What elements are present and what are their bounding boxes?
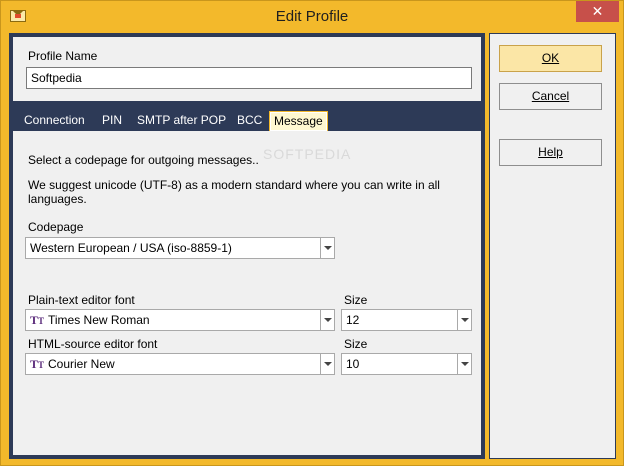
html-font-value: Courier New bbox=[48, 357, 115, 371]
tab-connection[interactable]: Connection bbox=[20, 111, 89, 131]
tab-bcc[interactable]: BCC bbox=[233, 111, 266, 131]
help-button[interactable]: Help bbox=[499, 139, 602, 166]
unicode-suggestion-line2: languages. bbox=[28, 192, 87, 206]
plain-size-label: Size bbox=[344, 293, 368, 307]
plain-font-dropdown[interactable]: TT Times New Roman bbox=[25, 309, 335, 331]
plain-size-value: 12 bbox=[346, 313, 360, 327]
profile-name-input[interactable]: Softpedia bbox=[26, 67, 472, 89]
codepage-label: Codepage bbox=[28, 220, 84, 234]
profile-name-panel: Profile Name Softpedia bbox=[13, 37, 481, 101]
tab-pin[interactable]: PIN bbox=[98, 111, 126, 131]
chevron-down-icon[interactable] bbox=[320, 310, 334, 330]
cancel-button[interactable]: Cancel bbox=[499, 83, 602, 110]
tab-smtp-after-pop[interactable]: SMTP after POP bbox=[133, 111, 230, 131]
chevron-down-icon[interactable] bbox=[457, 354, 471, 374]
message-tab-content: SOFTPEDIA Select a codepage for outgoing… bbox=[13, 131, 481, 455]
codepage-dropdown[interactable]: Western European / USA (iso-8859-1) bbox=[25, 237, 335, 259]
left-pane: Profile Name Softpedia Connection PIN SM… bbox=[9, 33, 485, 459]
edit-profile-window: Edit Profile ✕ Profile Name Softpedia Co… bbox=[0, 0, 624, 466]
title-bar[interactable]: Edit Profile ✕ bbox=[1, 1, 623, 32]
html-font-label: HTML-source editor font bbox=[28, 337, 158, 351]
html-font-dropdown[interactable]: TT Courier New bbox=[25, 353, 335, 375]
html-size-value: 10 bbox=[346, 357, 360, 371]
codepage-intro-text: Select a codepage for outgoing messages.… bbox=[28, 153, 259, 167]
font-type-icon: TT bbox=[30, 313, 45, 327]
watermark: SOFTPEDIA bbox=[263, 146, 352, 162]
font-type-icon: TT bbox=[30, 357, 45, 371]
window-title: Edit Profile bbox=[275, 8, 349, 25]
codepage-value: Western European / USA (iso-8859-1) bbox=[30, 241, 232, 255]
button-pane: OK Cancel Help bbox=[489, 33, 616, 459]
html-size-label: Size bbox=[344, 337, 368, 351]
unicode-suggestion-line1: We suggest unicode (UTF-8) as a modern s… bbox=[28, 178, 440, 192]
profile-name-label: Profile Name bbox=[28, 49, 98, 63]
plain-size-dropdown[interactable]: 12 bbox=[341, 309, 472, 331]
chevron-down-icon[interactable] bbox=[320, 238, 334, 258]
close-button[interactable]: ✕ bbox=[576, 1, 619, 22]
html-size-dropdown[interactable]: 10 bbox=[341, 353, 472, 375]
chevron-down-icon[interactable] bbox=[320, 354, 334, 374]
tab-bar: Connection PIN SMTP after POP BCC Messag… bbox=[13, 107, 481, 131]
plain-font-value: Times New Roman bbox=[48, 313, 150, 327]
tab-message[interactable]: Message bbox=[269, 111, 328, 131]
chevron-down-icon[interactable] bbox=[457, 310, 471, 330]
ok-button[interactable]: OK bbox=[499, 45, 602, 72]
plain-font-label: Plain-text editor font bbox=[28, 293, 135, 307]
